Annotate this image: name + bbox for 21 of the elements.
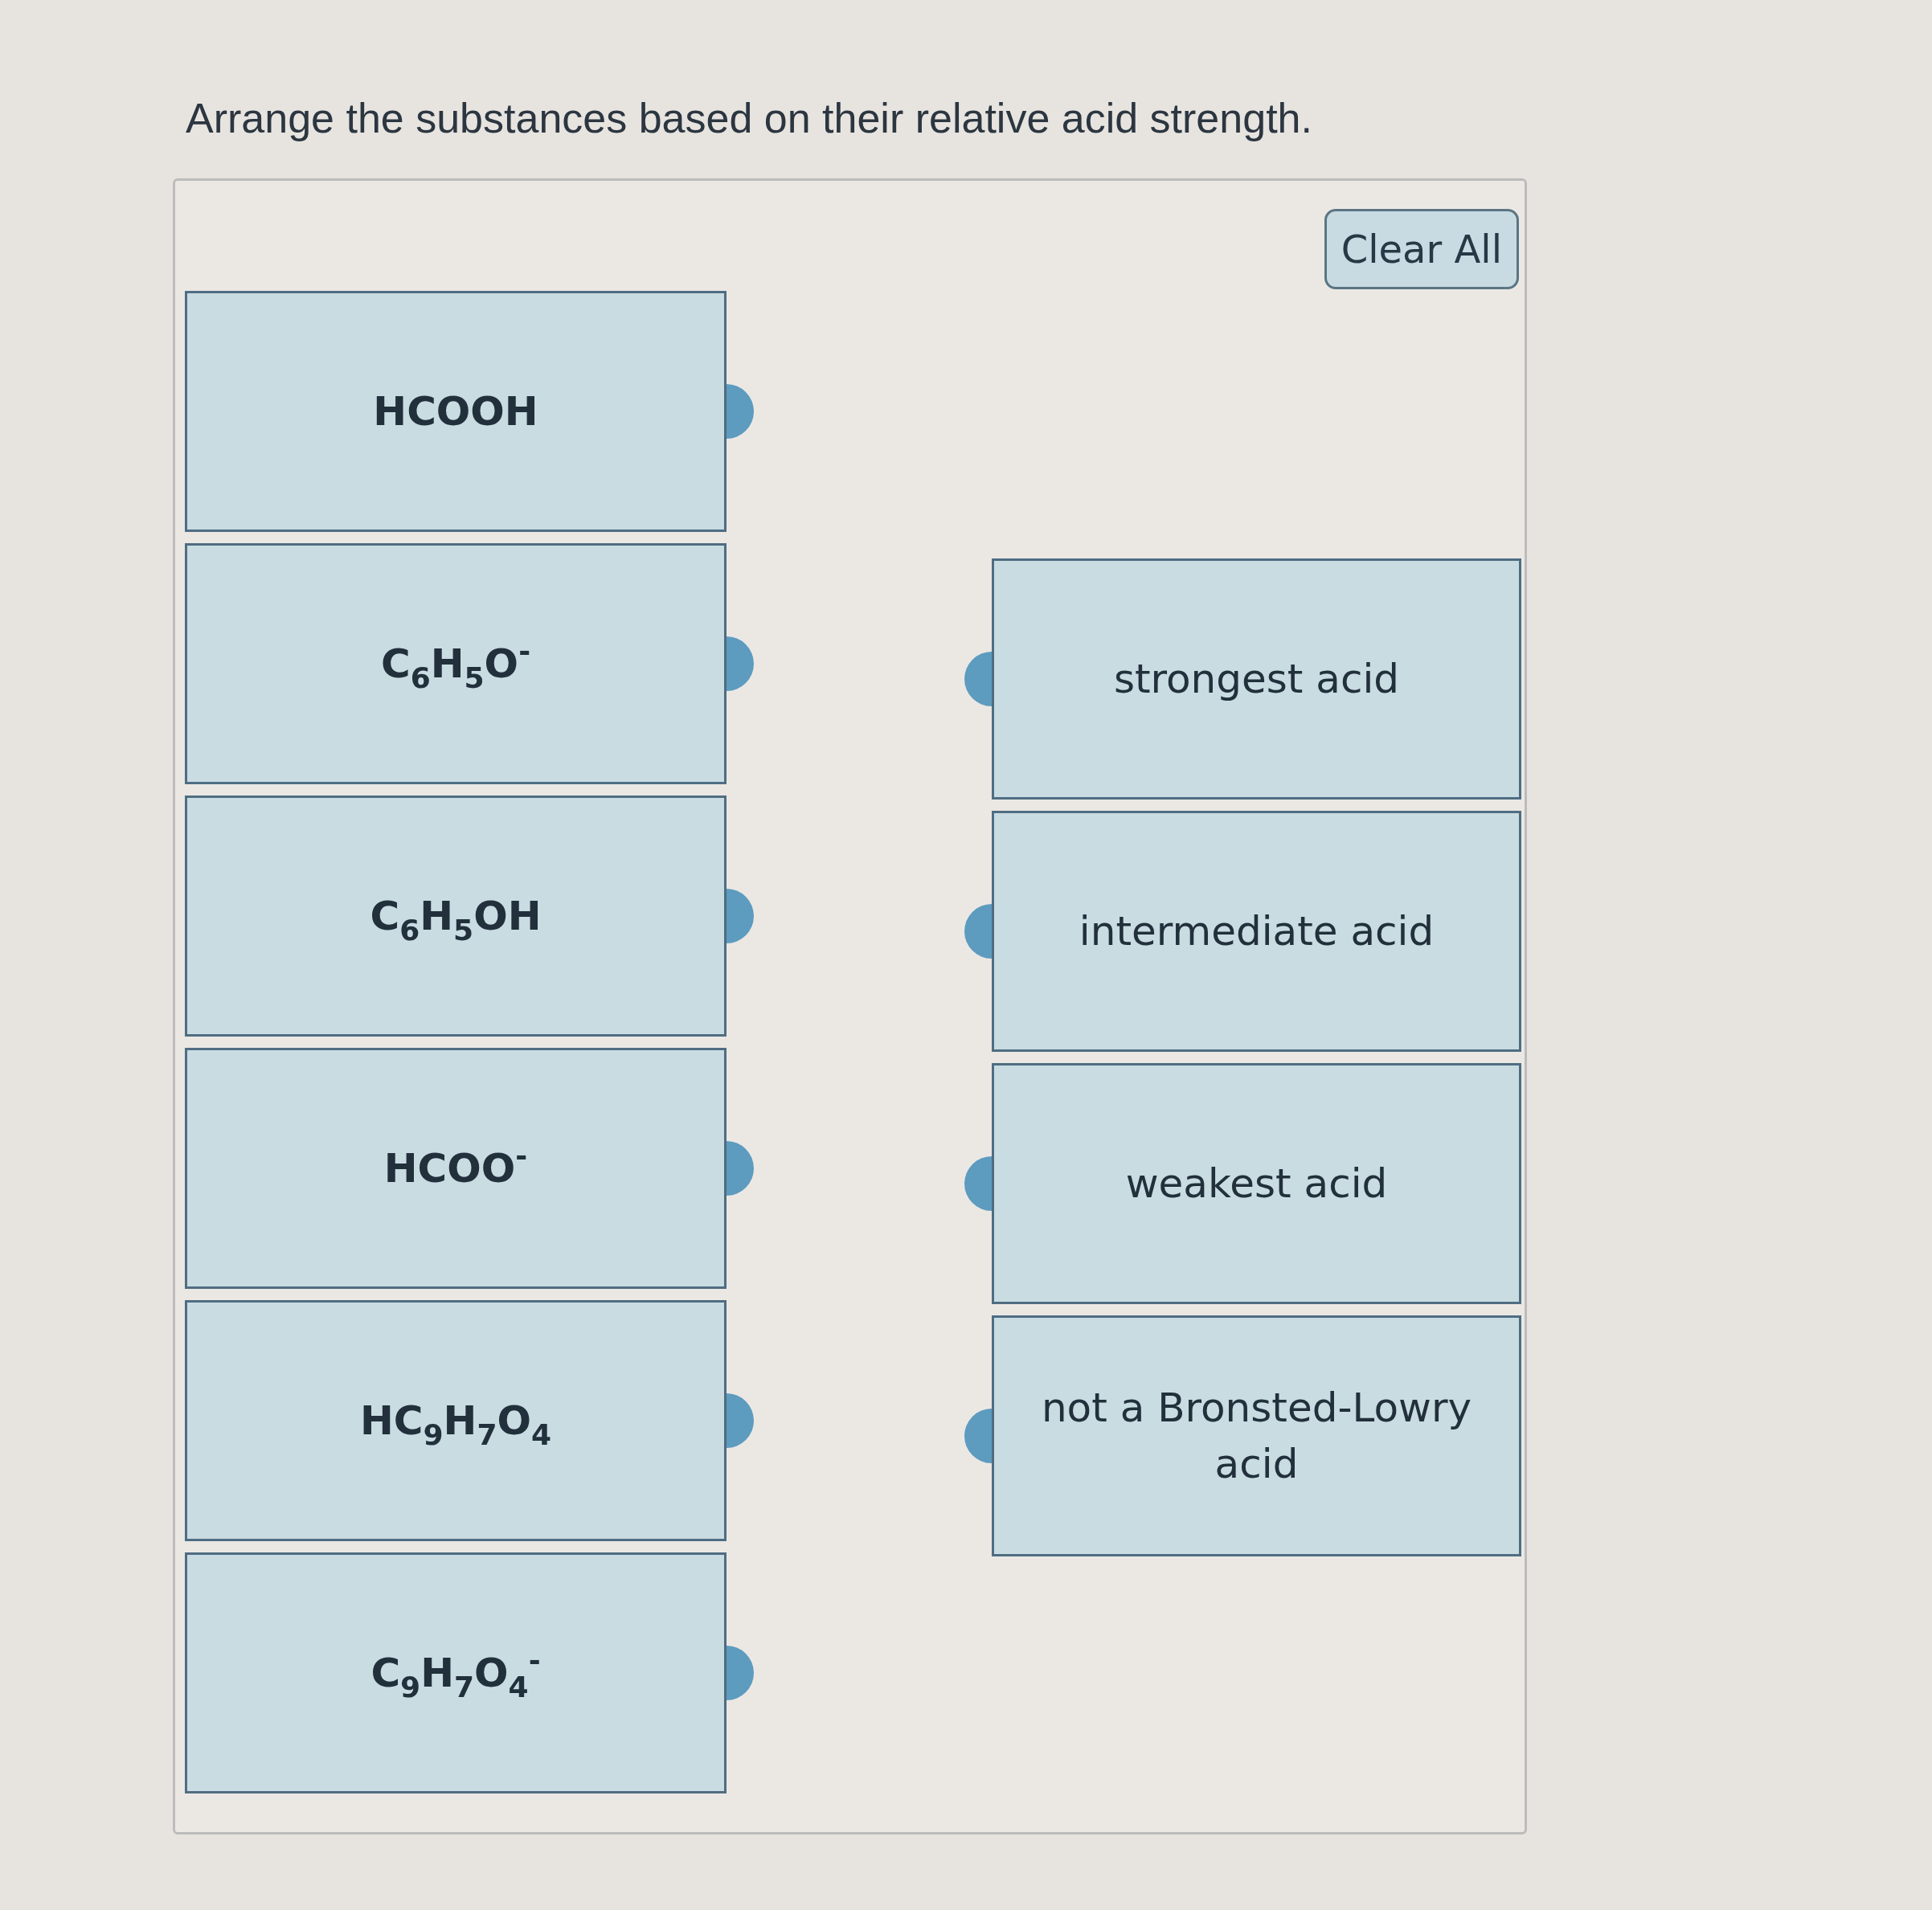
connector-tab-icon [964, 1409, 992, 1463]
connector-tab-icon [727, 889, 754, 943]
connector-tab-icon [964, 1156, 992, 1211]
substance-card[interactable]: HC$_{9}$H$_{7}$O$_{4}$ [185, 1300, 727, 1541]
category-card[interactable]: not a Bronsted-Lowry acid [992, 1315, 1521, 1556]
substance-card[interactable]: HCOOH [185, 291, 727, 532]
substance-card[interactable]: C$_{6}$H$_{5}$O$^{-}$ [185, 543, 727, 784]
category-card[interactable]: intermediate acid [992, 811, 1521, 1052]
connector-tab-icon [727, 1646, 754, 1700]
connector-tab-icon [964, 904, 992, 959]
question-text: Arrange the substances based on their relative acid strength. [186, 94, 1312, 142]
substance-card[interactable]: C$_{6}$H$_{5}$OH [185, 795, 727, 1037]
connector-tab-icon [727, 1393, 754, 1448]
category-card[interactable]: strongest acid [992, 558, 1521, 800]
clear-all-button[interactable]: Clear All [1324, 209, 1519, 289]
connector-tab-icon [964, 652, 992, 706]
connector-tab-icon [727, 384, 754, 439]
connector-tab-icon [727, 636, 754, 691]
substance-card[interactable]: HCOO$^{-}$ [185, 1048, 727, 1289]
category-card[interactable]: weakest acid [992, 1063, 1521, 1304]
connector-tab-icon [727, 1141, 754, 1196]
